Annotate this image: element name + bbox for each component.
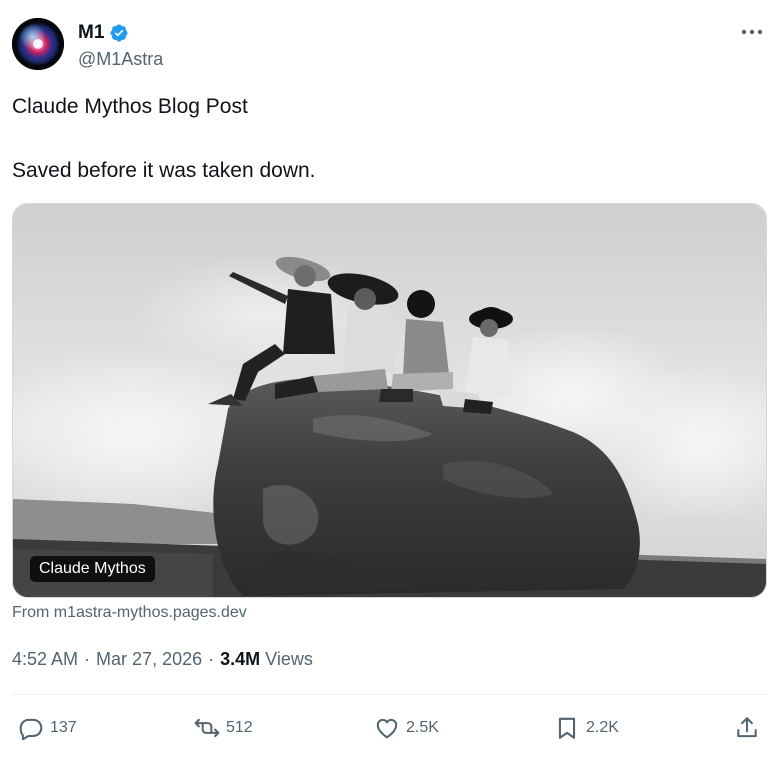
verified-badge-icon (109, 23, 129, 43)
reply-button[interactable]: 137 (18, 710, 77, 746)
retweet-icon (194, 718, 220, 738)
share-button[interactable] (734, 710, 766, 746)
card-label: Claude Mythos (30, 556, 155, 582)
meta-separator-2: · (208, 649, 215, 669)
views-label: Views (265, 649, 313, 669)
name-row: M1 (78, 22, 129, 44)
meta-separator: · (84, 649, 91, 669)
card-photo (13, 204, 766, 597)
link-card[interactable]: Claude Mythos (12, 203, 767, 598)
action-bar: 137 512 2.5K 2.2K (12, 710, 768, 746)
tweet-meta: 4:52 AM · Mar 27, 2026 · 3.4M Views (12, 649, 313, 670)
tweet-text-line2: Saved before it was taken down. (12, 159, 316, 182)
tweet-time[interactable]: 4:52 AM (12, 649, 78, 670)
like-count: 2.5K (406, 719, 439, 736)
handle[interactable]: @M1Astra (78, 49, 163, 70)
retweet-count: 512 (226, 719, 253, 736)
more-options-icon[interactable] (736, 18, 768, 46)
bookmark-count: 2.2K (586, 719, 619, 736)
tweet-text: Claude Mythos Blog Post Saved before it … (12, 94, 752, 184)
tweet-header: M1 @M1Astra (12, 18, 768, 74)
bookmark-button[interactable]: 2.2K (554, 710, 619, 746)
share-icon (737, 717, 757, 738)
reply-count: 137 (50, 719, 77, 736)
divider (12, 694, 768, 695)
heart-icon (376, 718, 398, 739)
reply-icon (19, 718, 43, 741)
tweet-date[interactable]: Mar 27, 2026 (96, 649, 202, 670)
bookmark-icon (558, 717, 576, 739)
tweet-text-line1: Claude Mythos Blog Post (12, 95, 248, 118)
like-button[interactable]: 2.5K (374, 710, 439, 746)
views-count[interactable]: 3.4M (220, 649, 260, 670)
avatar[interactable] (12, 18, 64, 70)
display-name[interactable]: M1 (78, 22, 104, 44)
card-source[interactable]: From m1astra-mythos.pages.dev (12, 604, 247, 622)
retweet-button[interactable]: 512 (194, 710, 253, 746)
